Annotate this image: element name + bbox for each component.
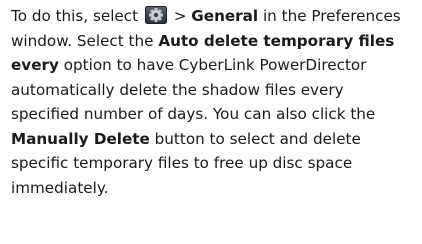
manually-delete-button-label: Manually Delete [11,129,150,148]
text-part-2: > [168,7,192,25]
instruction-paragraph: To do this, select > General in the Pref… [11,4,416,200]
text-part-1: To do this, select [11,7,143,25]
preferences-gear-icon [144,6,167,24]
general-menu-label: General [191,7,259,25]
text-part-4: option to have CyberLink PowerDirector a… [11,56,376,123]
